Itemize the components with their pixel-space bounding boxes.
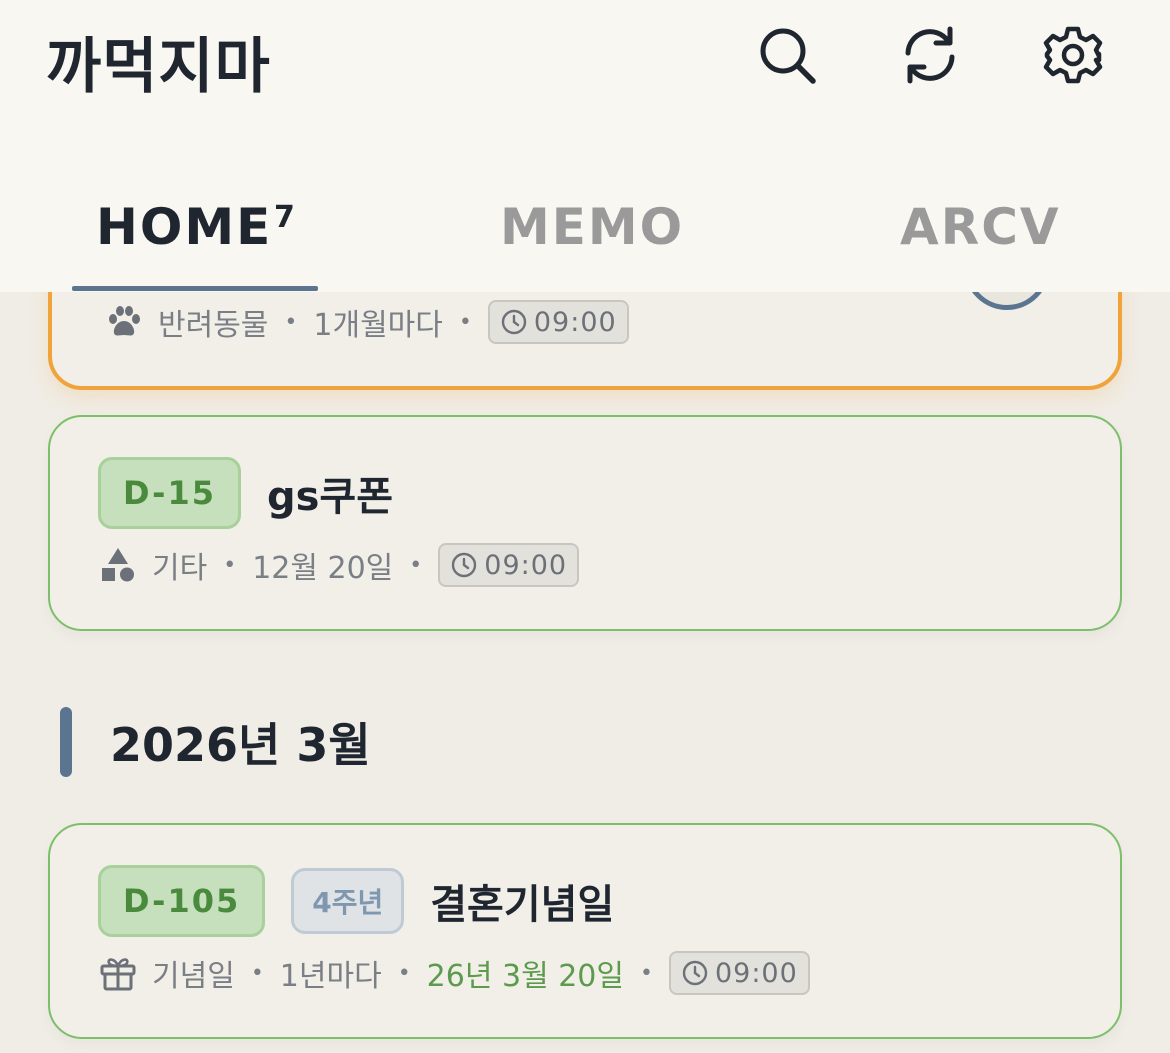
reminder-meta: 반려동물 • 1개월마다 • 09:00	[104, 300, 629, 344]
paw-icon	[104, 302, 144, 342]
clock-icon	[681, 959, 709, 987]
separator: •	[223, 552, 237, 578]
clock-icon	[450, 551, 478, 579]
dday-badge: D-105	[98, 865, 266, 937]
tab-arcv[interactable]: ARCV	[900, 198, 1061, 256]
time-label: 09:00	[533, 306, 617, 338]
date-label: 12월 20일	[252, 551, 394, 586]
reminder-title-row: D-105 4주년 결혼기념일	[98, 865, 614, 937]
date-label: 26년 3월 20일	[426, 959, 624, 994]
repeat-label: 1년마다	[279, 959, 382, 994]
refresh-button[interactable]	[895, 22, 965, 92]
app-title: 까먹지마	[46, 32, 271, 102]
reminder-meta: 기타 • 12월 20일 • 09:00	[98, 543, 580, 587]
refresh-icon	[898, 23, 962, 91]
tab-memo[interactable]: MEMO	[500, 198, 684, 256]
time-chip: 09:00	[487, 300, 629, 344]
separator: •	[639, 960, 653, 986]
category-label: 기념일	[152, 959, 235, 994]
reminder-title: gs쿠폰	[266, 474, 394, 520]
search-button[interactable]	[752, 22, 822, 92]
section-accent-bar	[60, 707, 72, 777]
time-label: 09:00	[714, 957, 798, 989]
reminder-card[interactable]: D-15 gs쿠폰 기타 • 12월 20일 • 09:00	[48, 415, 1122, 631]
section-title: 2026년 3월	[110, 718, 371, 772]
separator: •	[458, 309, 472, 335]
tab-home-badge: 7	[274, 200, 295, 235]
separator: •	[250, 960, 264, 986]
app-root: 반려동물 • 1개월마다 • 09:00 까먹지마 HOME 7 MEMO AR…	[0, 0, 1170, 1053]
gift-icon	[98, 953, 138, 993]
separator: •	[409, 552, 423, 578]
anniversary-badge: 4주년	[291, 868, 405, 934]
category-label: 반려동물	[158, 308, 269, 343]
settings-button[interactable]	[1038, 22, 1108, 92]
tab-bar: HOME 7 MEMO ARCV	[0, 170, 1170, 292]
month-section-header: 2026년 3월	[60, 706, 371, 778]
time-chip: 09:00	[668, 951, 810, 995]
reminder-card[interactable]: D-105 4주년 결혼기념일 기념일 • 1년마다 • 26년 3월 20일 …	[48, 823, 1122, 1039]
app-header: 까먹지마 HOME 7 MEMO ARCV	[0, 0, 1170, 292]
shapes-icon	[98, 545, 138, 585]
tab-home[interactable]: HOME	[96, 198, 272, 256]
gear-icon	[1041, 23, 1105, 91]
time-label: 09:00	[484, 549, 568, 581]
category-label: 기타	[152, 551, 208, 586]
separator: •	[397, 960, 411, 986]
separator: •	[284, 309, 298, 335]
dday-badge: D-15	[98, 457, 241, 529]
repeat-label: 1개월마다	[313, 308, 443, 343]
time-chip: 09:00	[438, 543, 580, 587]
reminder-title: 결혼기념일	[430, 882, 615, 928]
reminder-title-row: D-15 gs쿠폰	[98, 457, 393, 529]
active-tab-indicator	[72, 286, 318, 291]
clock-icon	[500, 308, 528, 336]
reminder-meta: 기념일 • 1년마다 • 26년 3월 20일 • 09:00	[98, 951, 810, 995]
search-icon	[755, 23, 819, 91]
